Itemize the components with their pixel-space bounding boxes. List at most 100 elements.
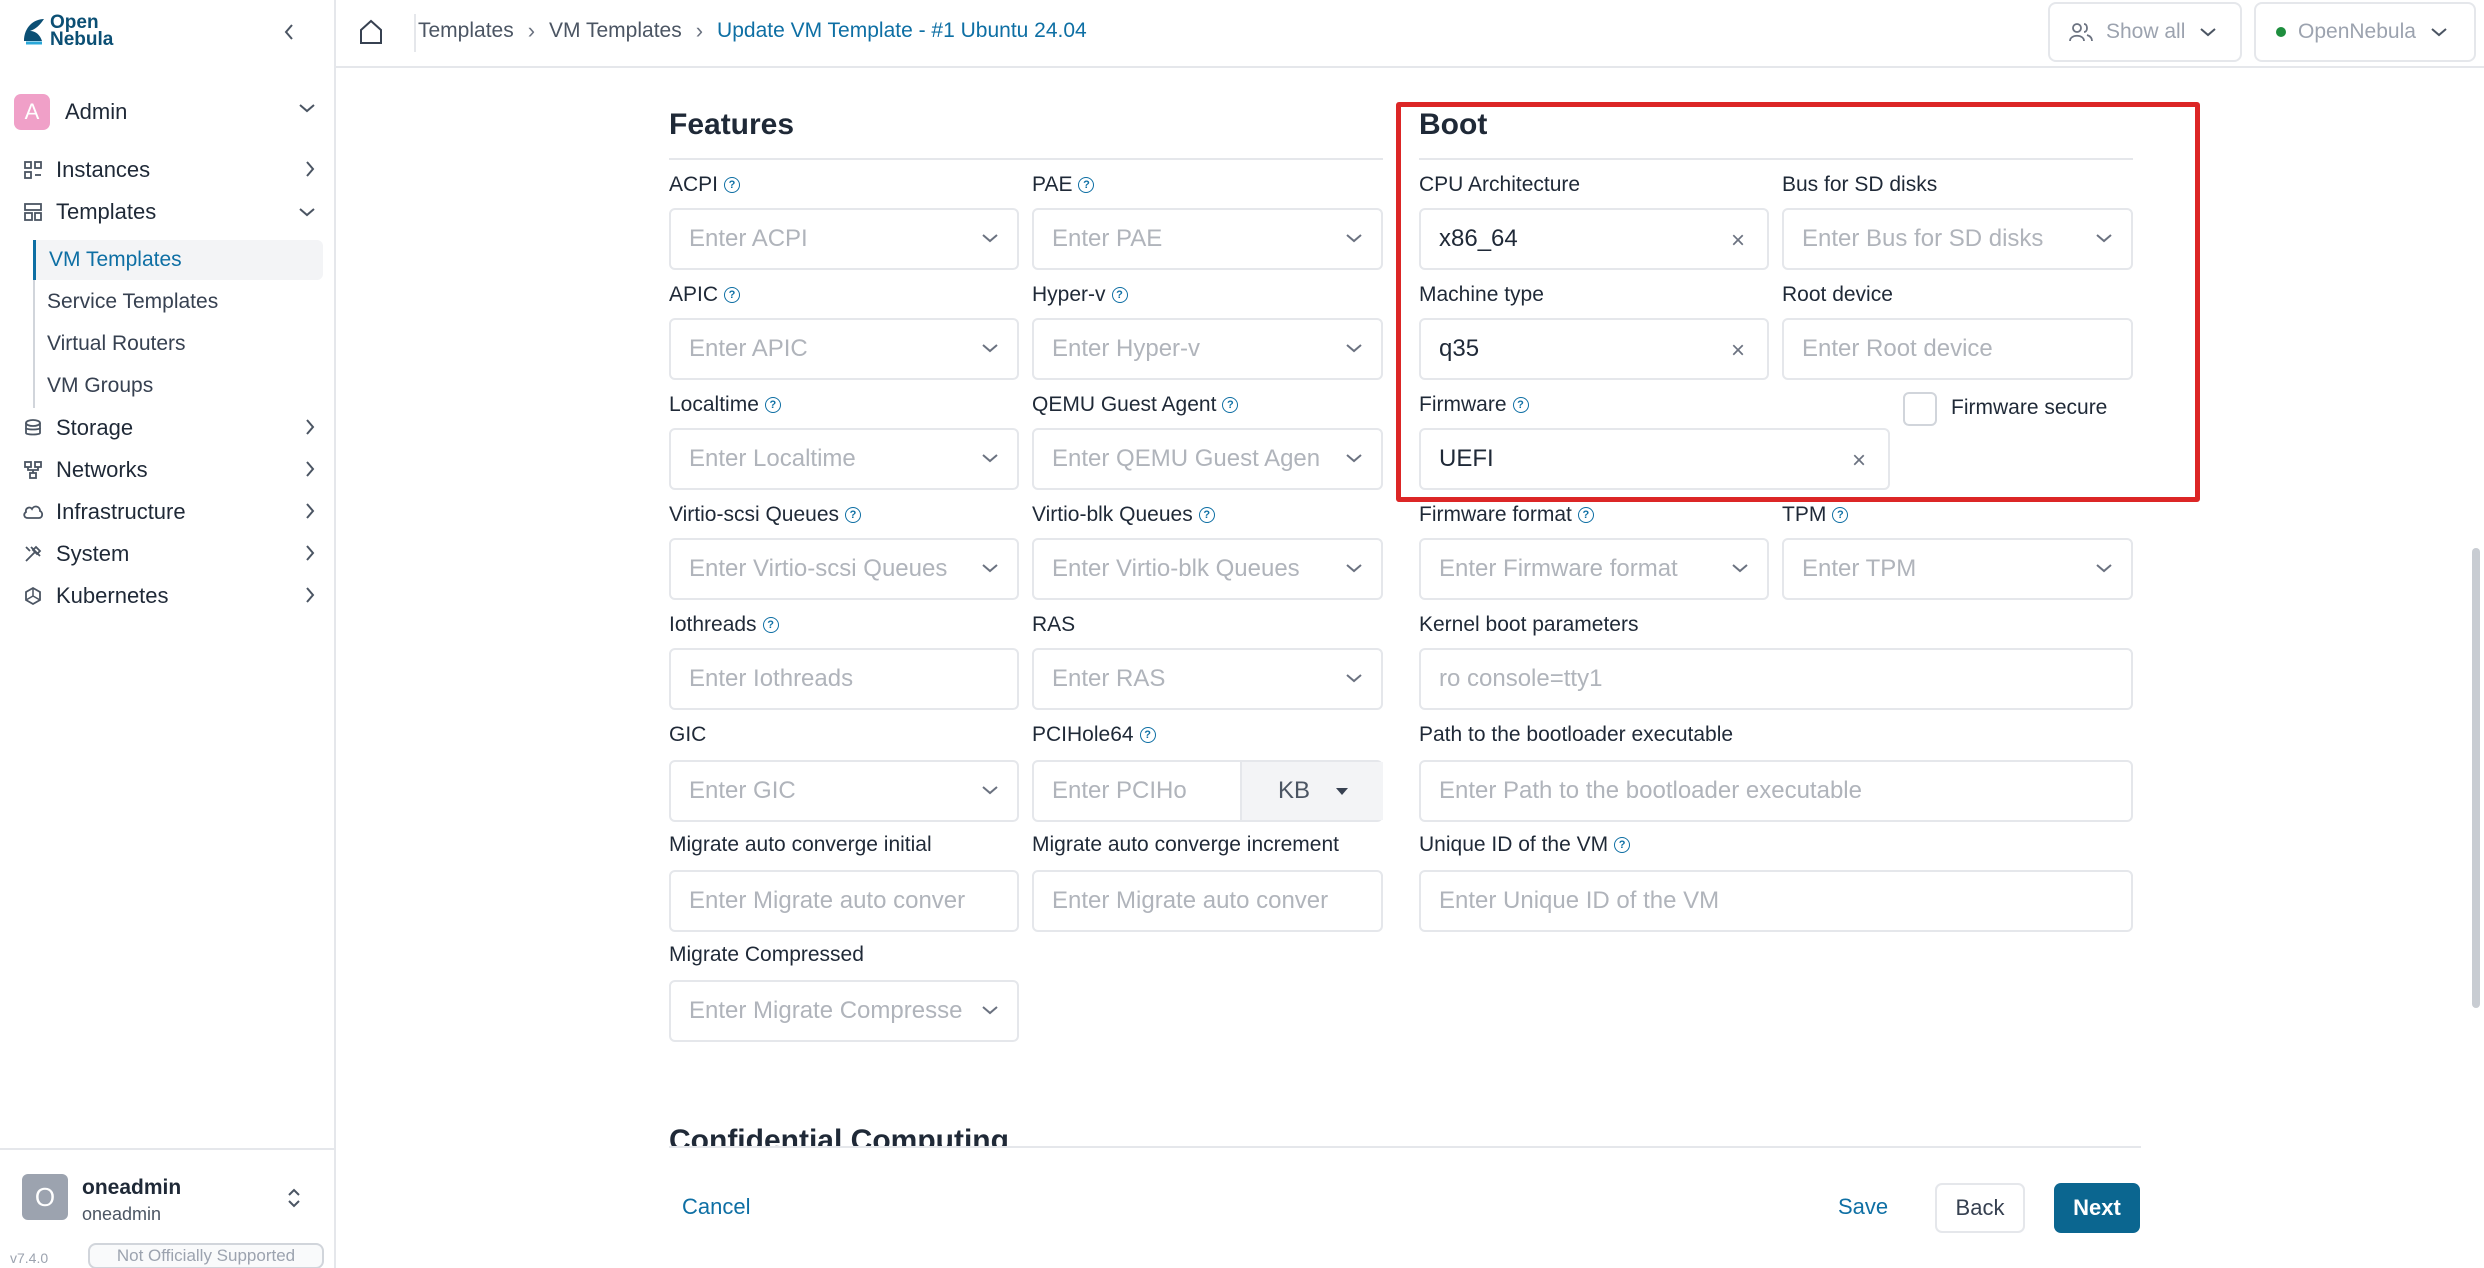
bootloader-label-text: Path to the bootloader executable bbox=[1419, 723, 1734, 746]
virtio-blk-placeholder: Enter Virtio-blk Queues bbox=[1052, 555, 1300, 582]
hyperv-label: Hyper-v? bbox=[1032, 283, 1128, 307]
chevron-down-icon bbox=[2096, 564, 2112, 573]
sidebar-item-networks[interactable]: Networks bbox=[22, 452, 322, 488]
iothreads-input[interactable]: Enter Iothreads bbox=[669, 648, 1019, 710]
kernel-params-input[interactable]: ro console=tty1 bbox=[1419, 648, 2133, 710]
virtio-scsi-select[interactable]: Enter Virtio-scsi Queues bbox=[669, 538, 1019, 600]
firmware-secure-checkbox[interactable] bbox=[1903, 392, 1937, 426]
help-icon[interactable]: ? bbox=[1832, 507, 1849, 523]
uuid-input[interactable]: Enter Unique ID of the VM bbox=[1419, 870, 2133, 932]
ras-label-text: RAS bbox=[1032, 613, 1076, 636]
acpi-select[interactable]: Enter ACPI bbox=[669, 208, 1019, 270]
clear-icon[interactable]: × bbox=[1731, 227, 1745, 255]
virtio-scsi-label: Virtio-scsi Queues? bbox=[669, 503, 862, 527]
qemu-agent-select[interactable]: Enter QEMU Guest Agen bbox=[1032, 428, 1383, 490]
back-button[interactable]: Back bbox=[1935, 1183, 2025, 1233]
help-icon[interactable]: ? bbox=[1111, 287, 1128, 303]
breadcrumb-templates[interactable]: Templates bbox=[418, 19, 514, 43]
home-icon[interactable] bbox=[358, 18, 384, 46]
sd-bus-label-text: Bus for SD disks bbox=[1782, 173, 1938, 196]
ras-select[interactable]: Enter RAS bbox=[1032, 648, 1383, 710]
firmware-label-text: Firmware bbox=[1419, 393, 1507, 416]
sidebar-item-instances[interactable]: Instances bbox=[22, 152, 322, 188]
chevron-down-icon bbox=[299, 208, 315, 217]
help-icon[interactable]: ? bbox=[724, 177, 741, 193]
iothreads-label: Iothreads? bbox=[669, 613, 779, 637]
help-icon[interactable]: ? bbox=[1139, 727, 1156, 743]
migrate-compressed-placeholder: Enter Migrate Compressе bbox=[689, 997, 963, 1024]
next-button[interactable]: Next bbox=[2054, 1183, 2140, 1233]
sidebar-item-storage[interactable]: Storage bbox=[22, 410, 322, 446]
sidebar-item-templates[interactable]: Templates bbox=[22, 194, 322, 230]
breadcrumb-current: Update VM Template - #1 Ubuntu 24.04 bbox=[717, 19, 1087, 42]
top-header: Templates › VM Templates › Update VM Tem… bbox=[336, 0, 2484, 68]
migrate-initial-placeholder: Enter Migrate auto conver bbox=[689, 887, 966, 914]
cpu-arch-select[interactable]: x86_64 × bbox=[1419, 208, 1769, 270]
group-selector[interactable]: A Admin bbox=[14, 92, 322, 132]
help-icon[interactable]: ? bbox=[845, 507, 862, 523]
sidebar-subitem-vm-templates[interactable]: VM Templates bbox=[33, 240, 323, 280]
group-label: Admin bbox=[65, 99, 128, 124]
kernel-params-placeholder: ro console=tty1 bbox=[1439, 665, 1603, 692]
sidebar-subitem-virtual-routers[interactable]: Virtual Routers bbox=[33, 324, 323, 364]
boot-title: Boot bbox=[1419, 108, 1488, 141]
localtime-select[interactable]: Enter Localtime bbox=[669, 428, 1019, 490]
virtio-blk-select[interactable]: Enter Virtio-blk Queues bbox=[1032, 538, 1383, 600]
migrate-compressed-select[interactable]: Enter Migrate Compressе bbox=[669, 980, 1019, 1042]
chevron-down-icon bbox=[1346, 454, 1362, 463]
expand-collapse-icon bbox=[288, 1188, 300, 1208]
tpm-select[interactable]: Enter TPM bbox=[1782, 538, 2133, 600]
chevron-down-icon bbox=[1346, 234, 1362, 243]
zone-selector-button[interactable]: OpenNebula bbox=[2254, 2, 2476, 62]
chevron-right-icon bbox=[306, 587, 315, 603]
view-filter-button[interactable]: Show all bbox=[2048, 2, 2242, 62]
firmware-secure-label-text: Firmware secure bbox=[1951, 396, 2108, 419]
sidebar-item-system[interactable]: System bbox=[22, 536, 322, 572]
chevron-left-icon bbox=[284, 24, 293, 40]
apic-select[interactable]: Enter APIC bbox=[669, 318, 1019, 380]
breadcrumb: Templates › VM Templates › Update VM Tem… bbox=[418, 18, 1087, 44]
breadcrumb-vm-templates[interactable]: VM Templates bbox=[549, 19, 682, 43]
help-icon[interactable]: ? bbox=[1512, 397, 1529, 413]
sidebar-subitem-service-templates[interactable]: Service Templates bbox=[33, 282, 323, 322]
firmware-format-select[interactable]: Enter Firmware format bbox=[1419, 538, 1769, 600]
support-badge: Not Officially Supported bbox=[88, 1243, 324, 1268]
machine-type-select[interactable]: q35 × bbox=[1419, 318, 1769, 380]
pcihole64-unit: KB bbox=[1278, 777, 1311, 804]
help-icon[interactable]: ? bbox=[1222, 397, 1239, 413]
help-icon[interactable]: ? bbox=[1614, 837, 1631, 853]
migrate-initial-input[interactable]: Enter Migrate auto conver bbox=[669, 870, 1019, 932]
hyperv-select[interactable]: Enter Hyper-v bbox=[1032, 318, 1383, 380]
bootloader-input[interactable]: Enter Path to the bootloader executable bbox=[1419, 760, 2133, 822]
pae-select[interactable]: Enter PAE bbox=[1032, 208, 1383, 270]
acpi-placeholder: Enter ACPI bbox=[689, 225, 808, 252]
clear-icon[interactable]: × bbox=[1731, 337, 1745, 365]
gic-select[interactable]: Enter GIC bbox=[669, 760, 1019, 822]
cancel-button[interactable]: Cancel bbox=[682, 1194, 750, 1220]
help-icon[interactable]: ? bbox=[764, 397, 781, 413]
opennebula-logo[interactable]: Open Nebula bbox=[20, 13, 113, 49]
collapse-sidebar-button[interactable] bbox=[278, 18, 300, 46]
pcihole64-unit-select[interactable]: KB bbox=[1240, 762, 1383, 820]
help-icon[interactable]: ? bbox=[1577, 507, 1594, 523]
sidebar-item-label: Kubernetes bbox=[56, 583, 169, 608]
networks-icon bbox=[22, 459, 44, 481]
firmware-format-label: Firmware format? bbox=[1419, 503, 1594, 527]
help-icon[interactable]: ? bbox=[724, 287, 741, 303]
clear-icon[interactable]: × bbox=[1852, 447, 1866, 475]
sidebar-subitem-vm-groups[interactable]: VM Groups bbox=[33, 366, 323, 406]
uuid-label-text: Unique ID of the VM bbox=[1419, 833, 1609, 856]
sidebar-item-kubernetes[interactable]: Kubernetes bbox=[22, 578, 322, 614]
help-icon[interactable]: ? bbox=[762, 617, 779, 633]
migrate-increment-input[interactable]: Enter Migrate auto conver bbox=[1032, 870, 1383, 932]
firmware-select[interactable]: UEFI × bbox=[1419, 428, 1890, 490]
root-device-input[interactable]: Enter Root device bbox=[1782, 318, 2133, 380]
chevron-down-icon bbox=[982, 1006, 998, 1015]
sd-bus-select[interactable]: Enter Bus for SD disks bbox=[1782, 208, 2133, 270]
sidebar-item-infrastructure[interactable]: Infrastructure bbox=[22, 494, 322, 530]
page-scrollbar[interactable] bbox=[2472, 548, 2480, 1008]
chevron-down-icon bbox=[1346, 344, 1362, 353]
help-icon[interactable]: ? bbox=[1198, 507, 1215, 523]
help-icon[interactable]: ? bbox=[1078, 177, 1095, 193]
save-button[interactable]: Save bbox=[1838, 1194, 1888, 1220]
